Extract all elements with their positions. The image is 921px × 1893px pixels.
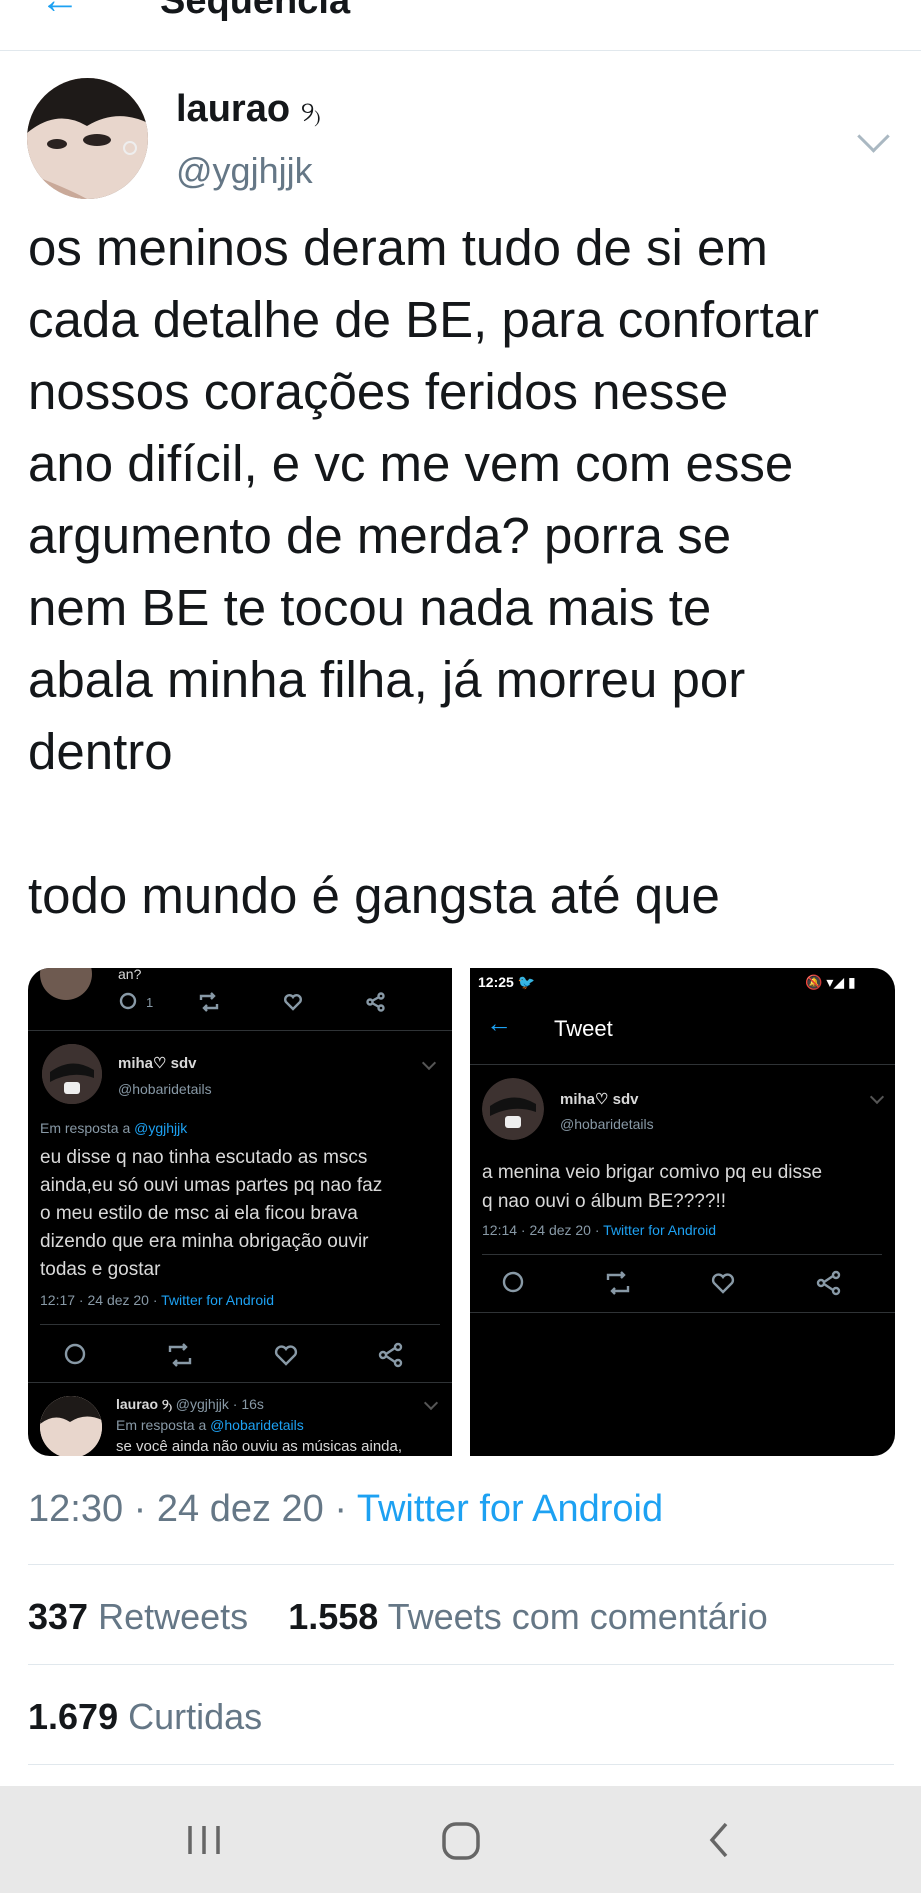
back-arrow-icon: ← [486, 1008, 512, 1038]
like-icon [711, 1273, 735, 1294]
author-handle: @hobaridetails [118, 1081, 212, 1097]
avatar[interactable] [27, 78, 148, 199]
reply-icon [64, 1343, 86, 1365]
likes-stat[interactable]: 1.679 Curtidas [28, 1696, 262, 1738]
tweet-text: eu disse q nao tinha escutado as mscs ai… [40, 1147, 383, 1280]
like-icon [274, 1345, 298, 1366]
home-icon[interactable] [440, 1820, 482, 1862]
status-time: 12:25 🐦 [478, 974, 536, 990]
avatar [40, 1396, 102, 1456]
media-image-1[interactable]: an? 1 miha♡ sdv @hobaridetails Em respos… [28, 968, 452, 1456]
share-icon [366, 992, 385, 1012]
avatar [482, 1078, 544, 1140]
reply-icon [119, 992, 137, 1010]
tweet-meta: 12:14 · 24 dez 20 · Twitter for Android [482, 1222, 716, 1238]
status-icons: 🔕 ▾◢ ▮ [805, 974, 856, 990]
retweet-icon [199, 992, 219, 1012]
chevron-down-icon[interactable] [857, 120, 890, 153]
like-icon [284, 994, 302, 1011]
avatar [40, 968, 92, 1000]
reply-author: laurao ୨₎ @ygjhjjk · 16s [116, 1396, 264, 1412]
avatar-image [27, 78, 148, 199]
reply-to-line: Em resposta a @hobaridetails [116, 1417, 304, 1433]
avatar [42, 1044, 102, 1104]
author-name[interactable]: laurao ୨₎ [176, 88, 321, 131]
divider [28, 1564, 894, 1565]
author-handle[interactable]: @ygjhjjk [176, 150, 313, 192]
tweet-text: a menina veio brigar comivo pq eu disse … [482, 1162, 823, 1212]
reply-icon [502, 1271, 524, 1293]
tweet-text-fragment: an? [118, 968, 142, 982]
back-icon[interactable] [704, 1820, 734, 1860]
tweet-source-link[interactable]: Twitter for Android [357, 1488, 663, 1530]
chevron-down-icon [421, 1055, 437, 1071]
comments-stat[interactable]: 1.558 Tweets com comentário [288, 1596, 768, 1637]
author-handle: @hobaridetails [560, 1116, 654, 1132]
back-arrow-icon[interactable]: ← [40, 0, 80, 23]
system-nav-bar [0, 1786, 921, 1893]
retweet-icon [168, 1343, 192, 1367]
top-app-bar: ← Sequência [0, 0, 921, 51]
screen-title: Tweet [554, 1016, 613, 1041]
tweet-timestamp: 12:30 · 24 dez 20 · Twitter for Android [28, 1488, 664, 1530]
tweet-meta: 12:17 · 24 dez 20 · Twitter for Android [40, 1292, 274, 1308]
reply-count: 1 [146, 995, 154, 1010]
author-name: miha♡ sdv [118, 1055, 197, 1072]
chevron-down-icon [423, 1395, 439, 1411]
media-image-2[interactable]: 12:25 🐦 🔕 ▾◢ ▮ ← Tweet miha♡ sdv @hobari… [470, 968, 895, 1456]
author-name: miha♡ sdv [560, 1091, 639, 1108]
chevron-down-icon [869, 1089, 885, 1105]
tweet-text: os meninos deram tudo de si em cada deta… [28, 219, 820, 924]
recents-icon[interactable] [184, 1822, 224, 1858]
divider [28, 1664, 894, 1665]
share-icon [816, 1270, 841, 1296]
retweets-stat[interactable]: 337 Retweets [28, 1596, 248, 1637]
engagement-stats: 337 Retweets 1.558 Tweets com comentário [28, 1596, 768, 1638]
reply-to-line: Em resposta a @ygjhjjk [40, 1120, 188, 1136]
reply-text: se você ainda não ouviu as músicas ainda… [116, 1438, 403, 1455]
share-icon [378, 1342, 403, 1368]
page-title: Sequência [160, 0, 351, 22]
retweet-icon [606, 1271, 630, 1295]
divider [28, 1764, 894, 1765]
